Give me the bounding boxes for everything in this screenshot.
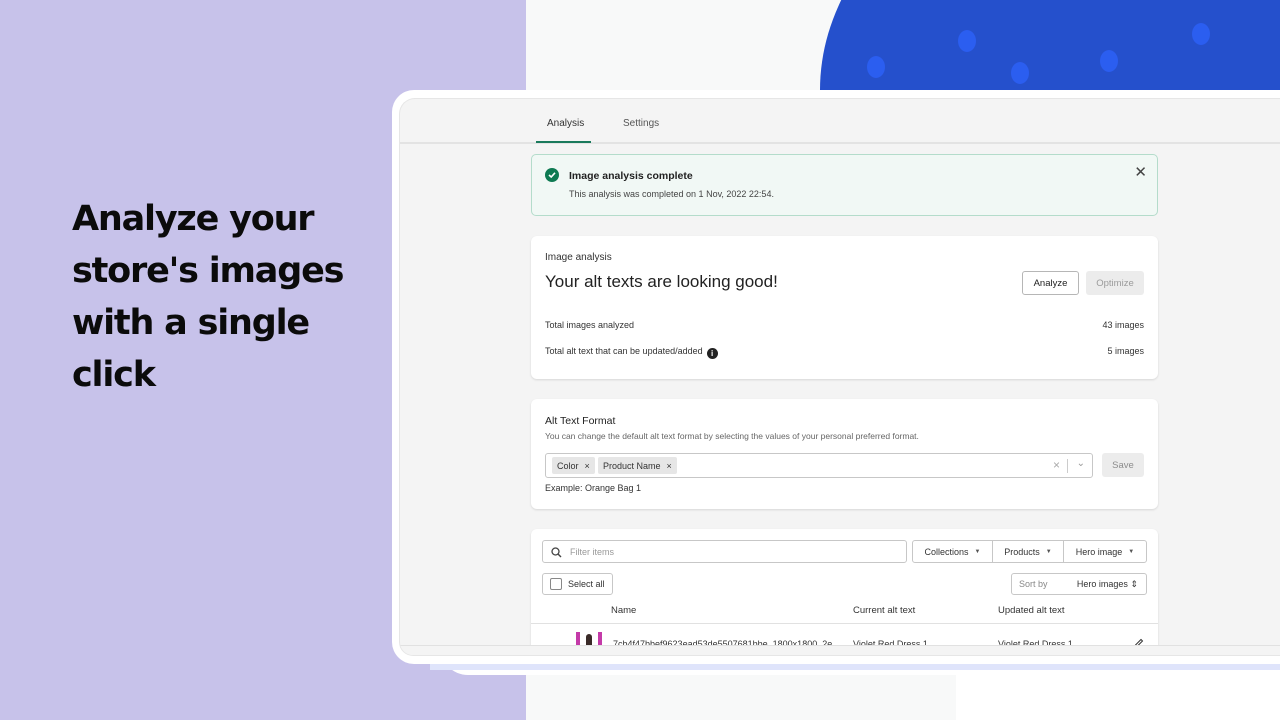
main-content: Image analysis complete This analysis wa… xyxy=(531,154,1158,655)
search-icon xyxy=(551,545,562,563)
remove-chip-icon[interactable]: × xyxy=(667,461,672,471)
card-label: Image analysis xyxy=(545,252,612,263)
collections-filter-button[interactable]: Collections ▼ xyxy=(912,540,993,563)
app-screenshot-frame: Analysis Settings Image analysis complet… xyxy=(392,90,1280,664)
decorative-blue-shape xyxy=(820,0,1280,90)
sort-value: Hero images ⇕ xyxy=(1076,579,1138,589)
info-icon[interactable]: i xyxy=(706,348,718,359)
column-header-name[interactable]: Name xyxy=(611,605,636,616)
window-bottom-edge xyxy=(400,645,1280,655)
tab-bar: Analysis Settings xyxy=(400,99,1280,144)
tab-analysis[interactable]: Analysis xyxy=(547,118,584,129)
decorative-dot xyxy=(958,30,976,52)
select-all-label: Select all xyxy=(568,579,605,589)
sort-label: Sort by xyxy=(1019,579,1048,589)
stat-row-updatable: Total alt text that can be updated/added… xyxy=(545,346,1144,359)
app-window: Analysis Settings Image analysis complet… xyxy=(399,98,1280,656)
success-banner: Image analysis complete This analysis wa… xyxy=(531,154,1158,216)
products-filter-button[interactable]: Products ▼ xyxy=(992,540,1064,563)
chip-label: Product Name xyxy=(603,460,661,471)
stat-row-total-images: Total images analyzed 43 images xyxy=(545,320,1144,330)
alt-text-format-card: Alt Text Format You can change the defau… xyxy=(531,399,1158,509)
filter-input[interactable]: Filter items xyxy=(542,540,907,563)
hero-image-filter-button[interactable]: Hero image ▼ xyxy=(1063,540,1147,563)
sort-select[interactable]: Sort by Hero images ⇕ xyxy=(1011,573,1147,595)
save-button[interactable]: Save xyxy=(1102,453,1144,477)
format-title: Alt Text Format xyxy=(545,415,616,427)
sort-arrows-icon: ⇕ xyxy=(1130,579,1138,589)
close-icon[interactable]: ✕ xyxy=(1134,165,1147,180)
check-circle-icon xyxy=(545,168,559,182)
format-multiselect[interactable]: Color × Product Name × × ⌄ xyxy=(545,453,1093,478)
stat-value: 5 images xyxy=(1107,346,1144,356)
stat-label: Total images analyzed xyxy=(545,320,635,330)
hero-headline: Analyze your store's images with a singl… xyxy=(72,199,344,395)
checkbox-icon xyxy=(550,578,562,590)
chevron-down-icon[interactable]: ⌄ xyxy=(1077,458,1085,469)
optimize-button[interactable]: Optimize xyxy=(1086,271,1144,295)
decorative-dot xyxy=(867,56,885,78)
format-example: Example: Orange Bag 1 xyxy=(545,483,642,493)
chip-label: Color xyxy=(557,460,579,471)
stat-value: 43 images xyxy=(1102,320,1144,330)
banner-title: Image analysis complete xyxy=(569,170,693,182)
caret-down-icon: ▼ xyxy=(974,548,981,555)
filter-label: Products xyxy=(1004,546,1040,557)
image-analysis-card: Image analysis Your alt texts are lookin… xyxy=(531,236,1158,379)
caret-down-icon: ▼ xyxy=(1045,548,1052,555)
analyze-button[interactable]: Analyze xyxy=(1022,271,1079,295)
active-tab-indicator xyxy=(536,141,591,143)
clear-icon[interactable]: × xyxy=(1053,458,1060,472)
image-list-card: Filter items Collections ▼ Products ▼ Hero… xyxy=(531,529,1158,655)
select-all-checkbox[interactable]: Select all xyxy=(542,573,613,595)
decorative-dot xyxy=(1011,62,1029,84)
decorative-dot xyxy=(1192,23,1210,45)
filter-placeholder: Filter items xyxy=(570,547,615,557)
banner-message: This analysis was completed on 1 Nov, 20… xyxy=(569,189,774,199)
filter-label: Collections xyxy=(924,546,969,557)
caret-down-icon: ▼ xyxy=(1128,548,1135,555)
column-header-updated-alt[interactable]: Updated alt text xyxy=(998,605,1065,616)
decorative-dot xyxy=(1100,50,1118,72)
analysis-headline: Your alt texts are looking good! xyxy=(545,272,778,291)
tab-settings[interactable]: Settings xyxy=(623,118,659,129)
chip-color: Color × xyxy=(552,457,595,474)
format-description: You can change the default alt text form… xyxy=(545,431,919,441)
column-header-current-alt[interactable]: Current alt text xyxy=(853,605,915,616)
chip-product-name: Product Name × xyxy=(598,457,677,474)
remove-chip-icon[interactable]: × xyxy=(585,461,590,471)
filter-label: Hero image xyxy=(1075,546,1123,557)
divider xyxy=(1067,459,1068,473)
blue-shape-ellipse xyxy=(820,0,1280,90)
stat-label: Total alt text that can be updated/added xyxy=(545,346,703,356)
